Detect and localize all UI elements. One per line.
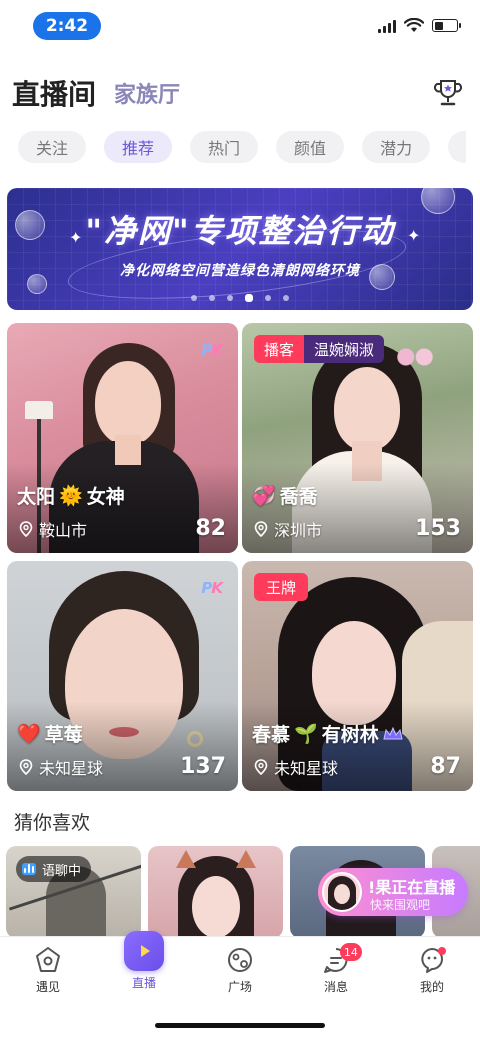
tabbar-item-meet[interactable]: 遇见 — [0, 937, 96, 1000]
page-title: 直播间 — [12, 78, 97, 111]
flower-crown — [392, 345, 438, 369]
live-room-card[interactable]: 播客 温婉娴淑 💞 喬喬 深圳市 153 — [242, 323, 473, 553]
hearts-emoji-icon: 💞 — [252, 485, 276, 507]
tab-follow[interactable]: 关注 — [18, 131, 87, 163]
planet-icon — [228, 948, 252, 972]
tabbar-label: 直播 — [131, 976, 156, 990]
viewer-count: 82 — [195, 516, 226, 541]
live-now-floating-button[interactable]: !果正在直播 快来围观吧 — [318, 868, 468, 916]
live-room-card[interactable]: 王牌 春慕 🌱 有树林 未知星球 87 — [242, 561, 473, 791]
play-icon — [124, 931, 164, 971]
pk-badge: PK — [201, 341, 223, 359]
wifi-icon — [404, 18, 424, 32]
streamer-tag: 播客 温婉娴淑 — [254, 335, 385, 363]
status-time: 2:42 — [33, 12, 101, 40]
live-room-card[interactable]: PK ❤️ 草莓 未知星球 137 — [7, 561, 238, 791]
banner-dot[interactable] — [283, 295, 289, 301]
live-room-card[interactable]: PK 太阳 🌞 女神 鞍山市 82 — [7, 323, 238, 553]
lamp-shade — [25, 401, 53, 419]
cellular-signal-icon — [378, 19, 396, 33]
banner-subtitle: 净化网络空间营造绿色清朗网络环境 — [120, 263, 360, 279]
home-indicator[interactable] — [155, 1023, 325, 1028]
voice-bars-icon — [22, 863, 36, 875]
podcast-tag: 播客 — [254, 335, 305, 363]
tab-potential[interactable]: 潜力 — [362, 131, 431, 163]
banner-dot[interactable] — [227, 295, 233, 301]
location-pin-icon — [19, 521, 33, 537]
tab-hot[interactable]: 热门 — [190, 131, 259, 163]
banner-dot[interactable] — [209, 295, 215, 301]
streamer-location: 未知星球 — [19, 755, 103, 779]
streamer-location: 未知星球 — [254, 755, 338, 779]
voice-chat-badge: 语聊中 — [16, 856, 92, 882]
banner-dot[interactable] — [265, 295, 271, 301]
location-pin-icon — [254, 759, 268, 775]
tabbar-item-me[interactable]: 我的 — [384, 937, 480, 1000]
streamer-location: 鞍山市 — [19, 517, 87, 541]
tabbar-item-messages[interactable]: 14 消息 — [288, 937, 384, 1000]
live-now-text: !果正在直播 — [368, 878, 456, 897]
status-bar: 2:42 — [0, 0, 480, 52]
streamer-name: ❤️ 草莓 — [17, 723, 83, 746]
guess-you-like-title: 猜你喜欢 — [14, 812, 91, 834]
notification-dot — [437, 947, 446, 955]
pk-badge: PK — [201, 579, 223, 597]
avatar-face — [334, 884, 350, 904]
battery-icon — [432, 19, 461, 32]
page-header: 直播间 家族厅 — [12, 68, 468, 118]
tabbar-label: 广场 — [227, 980, 252, 994]
streamer-name: 💞 喬喬 — [252, 485, 318, 508]
neck — [115, 435, 141, 465]
location-pin-icon — [254, 521, 268, 537]
tabbar-label: 遇见 — [35, 980, 60, 994]
tab-more-partial[interactable] — [448, 131, 467, 163]
viewer-count: 137 — [180, 754, 226, 779]
viewer-count: 153 — [415, 516, 461, 541]
face — [95, 361, 161, 445]
guess-card[interactable]: 语聊中 — [6, 846, 141, 938]
tab-recommend[interactable]: 推荐 — [104, 131, 173, 163]
tabbar-item-live[interactable]: 直播 — [96, 931, 192, 1000]
cat-ear-right — [236, 850, 256, 868]
viewer-count: 87 — [430, 754, 461, 779]
heart-emoji-icon: ❤️ — [17, 723, 41, 745]
crown-icon — [383, 726, 403, 739]
banner-pagination — [7, 294, 473, 302]
banner-title: "净网"专项整治行动 — [85, 212, 395, 250]
face — [334, 367, 400, 451]
streamer-name: 太阳 🌞 女神 — [17, 485, 125, 508]
family-hall-tab[interactable]: 家族厅 — [114, 77, 180, 109]
seedling-emoji-icon: 🌱 — [294, 723, 318, 745]
ace-tag: 王牌 — [254, 573, 309, 601]
tabbar-item-square[interactable]: 广场 — [192, 937, 288, 1000]
unread-count-badge: 14 — [339, 943, 362, 961]
personality-tag: 温婉娴淑 — [304, 335, 385, 363]
promo-banner[interactable]: ✦ ✦ "净网"专项整治行动 净化网络空间营造绿色清朗网络环境 — [7, 188, 473, 310]
come-watch-text: 快来围观吧 — [370, 898, 431, 912]
tabbar-label: 我的 — [419, 980, 444, 994]
streamer-location: 深圳市 — [254, 517, 322, 541]
location-pin-icon — [19, 759, 33, 775]
banner-dot[interactable] — [191, 295, 197, 301]
banner-dot-active[interactable] — [245, 294, 253, 302]
cat-ear-left — [176, 850, 196, 868]
tab-looks[interactable]: 颜值 — [276, 131, 345, 163]
guess-card[interactable] — [148, 846, 283, 938]
avatar — [322, 872, 362, 912]
status-icons — [378, 18, 461, 33]
streamer-name: 春慕 🌱 有树林 — [252, 720, 403, 747]
face — [192, 876, 240, 938]
trophy-icon[interactable] — [434, 78, 462, 108]
sun-emoji-icon: 🌞 — [59, 485, 83, 507]
bottom-tab-bar: 遇见 直播 广场 14 消息 我的 — [0, 931, 480, 1000]
home-icon — [36, 947, 60, 972]
tabbar-label: 消息 — [323, 980, 348, 994]
category-tabs: 关注 推荐 热门 颜值 潜力 — [18, 131, 467, 163]
